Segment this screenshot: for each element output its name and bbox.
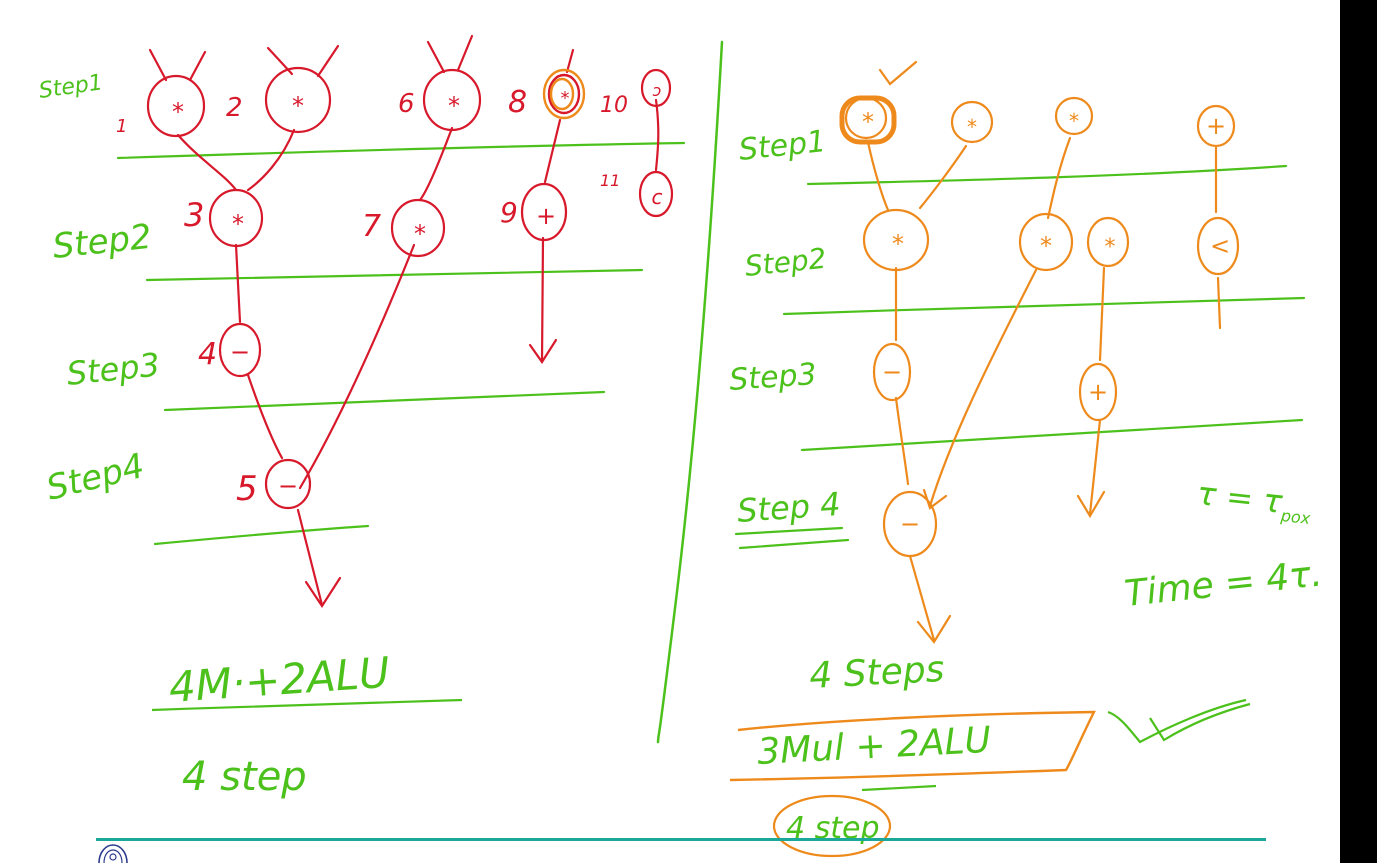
right-step2-label: Step2 — [743, 242, 828, 283]
steps-count-text: 4 Steps — [808, 649, 945, 697]
num-6: 6 — [398, 89, 415, 119]
op-r8: < — [1210, 232, 1230, 260]
right-step1-line — [806, 164, 1288, 186]
op-r1: * — [862, 108, 874, 136]
right-step4-label: Step 4 — [736, 485, 842, 530]
edge-n4-n5 — [246, 373, 284, 460]
op-r2: * — [967, 115, 977, 139]
op-n2: * — [292, 92, 304, 120]
edge-n2-n3 — [246, 128, 296, 192]
screen-right-border — [1340, 0, 1377, 863]
whiteboard-canvas: Step1 Step2 Step3 Step4 4M·+2ALU 4 step — [37, 34, 1324, 858]
num-11: 11 — [600, 171, 620, 190]
op-n6: * — [448, 92, 460, 120]
op-n3: * — [232, 210, 244, 238]
edge-n5-out — [296, 508, 324, 607]
edge-n3-n4 — [234, 243, 242, 324]
left-step2-label: Step2 — [51, 217, 154, 267]
left-step1-label: Step1 — [37, 70, 104, 104]
arrowhead-n5 — [304, 576, 342, 609]
op-n7: * — [414, 220, 426, 248]
whiteboard-screen: Step1 Step2 Step3 Step4 4M·+2ALU 4 step — [0, 0, 1377, 863]
in-arrow-n8 — [565, 48, 575, 74]
edge-r8-tail — [1216, 276, 1222, 330]
op-n1: * — [172, 98, 184, 126]
left-steps-text: 4 step — [182, 754, 307, 800]
edge-n9-out — [540, 236, 545, 364]
right-step4-underline-2 — [738, 538, 850, 550]
left-step3-line — [163, 390, 606, 412]
institute-emblem-icon — [98, 844, 128, 863]
op-r9: − — [882, 358, 902, 386]
edge-n7-n5 — [298, 243, 416, 490]
op-r10: + — [1088, 378, 1108, 406]
op-r5: * — [892, 230, 904, 258]
num-1: 1 — [116, 116, 127, 137]
time-note: Time = 4τ. — [1123, 553, 1324, 615]
op-r3: * — [1069, 109, 1079, 133]
op-r4: + — [1206, 112, 1226, 140]
in-arrow-n6a — [426, 40, 446, 74]
edge-r7-r10 — [1098, 266, 1106, 362]
left-step4-label: Step4 — [43, 446, 149, 509]
edge-r1-r5 — [866, 140, 890, 212]
vertical-divider-line — [656, 40, 724, 744]
checkmark-scribble-icon — [1107, 698, 1251, 744]
tau-note: τ = τpox — [1195, 474, 1314, 528]
in-arrow-n1a — [148, 48, 168, 82]
edge-r6-r11 — [928, 268, 1038, 508]
num-7: 7 — [362, 209, 381, 244]
in-arrow-n1b — [188, 50, 207, 82]
edge-r2-r5 — [918, 144, 968, 210]
left-step4-line — [153, 524, 370, 546]
op-n5: − — [278, 472, 298, 500]
edge-n1-n3 — [176, 133, 238, 192]
edge-n6-n7 — [418, 126, 454, 202]
in-arrow-n6b — [456, 34, 474, 72]
right-step2-line — [782, 296, 1306, 316]
left-step3-label: Step3 — [65, 345, 162, 393]
right-dependency-graph — [862, 60, 1240, 644]
num-4: 4 — [198, 337, 217, 372]
op-n4: − — [230, 338, 250, 366]
right-step-lines — [782, 164, 1306, 452]
left-step2-line — [145, 268, 644, 282]
summary-boxed-text: 3Mul + 2ALU — [756, 720, 992, 773]
op-n8: * — [561, 88, 570, 109]
edge-n10-n11 — [654, 98, 660, 172]
num-5: 5 — [236, 469, 258, 509]
in-arrow-n2b — [316, 44, 340, 78]
footer-accent-bar — [96, 838, 1266, 841]
edge-n8-n9 — [543, 118, 562, 184]
op-n9: + — [536, 202, 556, 230]
op-r6: * — [1040, 232, 1052, 260]
op-r7: * — [1105, 235, 1116, 260]
right-step1-label: Step1 — [737, 124, 828, 168]
num-2: 2 — [226, 93, 243, 123]
tick-r1 — [878, 60, 918, 86]
op-n10: ↄ — [653, 81, 662, 100]
num-3: 3 — [184, 196, 204, 234]
num-8: 8 — [508, 85, 527, 120]
left-step1-line — [116, 141, 686, 160]
right-step3-label: Step3 — [728, 357, 818, 398]
num-9: 9 — [500, 196, 518, 229]
num-10: 10 — [600, 93, 628, 118]
edge-r9-r11 — [894, 396, 910, 486]
op-r11: − — [900, 510, 920, 538]
right-step3-line — [800, 418, 1304, 452]
summary-underline — [861, 784, 937, 792]
op-n11: c — [652, 185, 663, 209]
